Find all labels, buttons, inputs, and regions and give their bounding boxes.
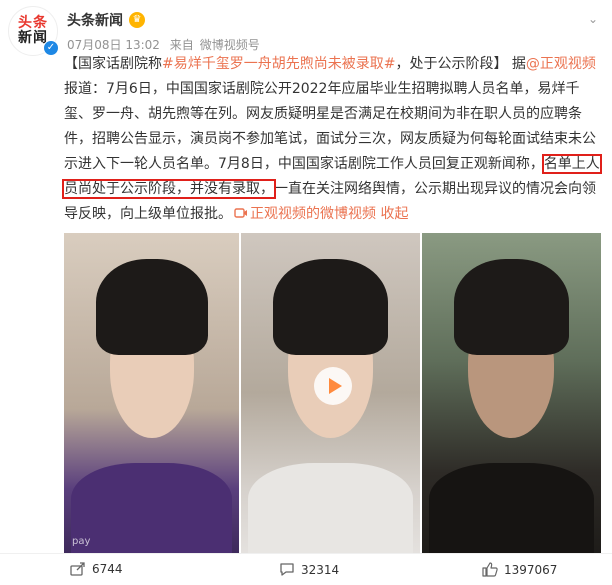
post-meta: 07月08日 13:02 来自 微博视频号 [67, 36, 266, 53]
share-icon [70, 562, 85, 576]
hair [95, 258, 208, 355]
play-icon [328, 378, 342, 394]
share-button[interactable]: 6744 [70, 562, 123, 576]
post-source[interactable]: 微博视频号 [200, 38, 260, 52]
video-link[interactable]: 正观视频的微博视频 [232, 206, 376, 222]
from-label: 来自 [169, 38, 194, 52]
comment-button[interactable]: 32314 [279, 562, 339, 577]
comment-count: 32314 [301, 562, 340, 577]
vip-icon: ♛ [129, 12, 145, 28]
like-button[interactable]: 1397067 [482, 562, 557, 577]
post-date[interactable]: 07月08日 13:02 [67, 38, 160, 52]
post-text-part: 报道：7月6日，中国国家话剧院公开2022年应届毕业生招聘拟聘人员名单，易烊千玺… [64, 81, 596, 172]
watermark: pay [72, 536, 91, 547]
comment-icon [280, 563, 294, 576]
thumbnail-photo-left: pay [64, 233, 240, 553]
video-link-icon [234, 208, 247, 218]
jacket [428, 463, 594, 553]
thumbnail-photo-right [421, 233, 601, 553]
collapse-link[interactable]: 收起 [380, 206, 408, 222]
account-row: 头条新闻 ♛ [67, 10, 145, 30]
topic-link[interactable]: #易烊千玺罗一舟胡先煦尚未被录取# [162, 56, 395, 72]
jacket [71, 463, 233, 553]
avatar-text-top: 头条 [18, 15, 48, 32]
like-icon [482, 562, 498, 577]
mention-link[interactable]: @正观视频 [526, 56, 596, 72]
jacket [248, 463, 413, 553]
share-count: 6744 [92, 562, 123, 576]
action-bar: 6744 32314 1397067 [0, 553, 612, 585]
like-count: 1397067 [504, 562, 558, 577]
video-link-label: 正观视频的微博视频 [250, 206, 376, 222]
account-name[interactable]: 头条新闻 [67, 10, 123, 30]
post-text-part: 【国家话剧院称 [64, 56, 162, 72]
post-text: 【国家话剧院称#易烊千玺罗一舟胡先煦尚未被录取#，处于公示阶段】 据@正观视频报… [62, 52, 602, 227]
chevron-down-icon[interactable]: ⌄ [586, 12, 600, 26]
hair [273, 258, 388, 355]
hair [453, 258, 569, 355]
weibo-post: 头条 新闻 ✓ 头条新闻 ♛ 07月08日 13:02 来自 微博视频号 ⌄ 【国… [0, 0, 612, 585]
verified-icon: ✓ [43, 40, 59, 56]
post-text-part: ，处于公示阶段】 据 [395, 56, 526, 72]
play-button[interactable] [314, 367, 352, 405]
